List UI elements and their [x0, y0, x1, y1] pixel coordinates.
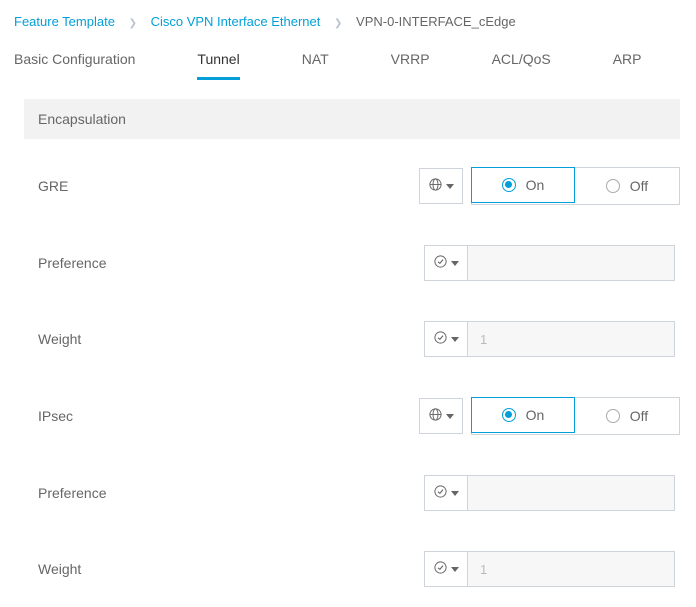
row-preference-ipsec: Preference — [24, 455, 680, 531]
tab-basic-configuration[interactable]: Basic Configuration — [14, 51, 135, 80]
scope-dropdown-pref2[interactable] — [424, 475, 468, 511]
radio-icon — [502, 178, 516, 192]
input-preference-gre[interactable] — [467, 245, 675, 281]
input-weight-gre[interactable] — [467, 321, 675, 357]
radio-group-gre: On Off — [471, 167, 680, 205]
row-weight-ipsec: Weight — [24, 531, 680, 607]
label-preference: Preference — [24, 485, 424, 501]
tab-arp[interactable]: ARP — [613, 51, 642, 80]
breadcrumb: Feature Template ❯ Cisco VPN Interface E… — [0, 0, 696, 37]
tab-acl-qos[interactable]: ACL/QoS — [492, 51, 551, 80]
radio-gre-off[interactable]: Off — [575, 168, 679, 204]
scope-dropdown-weight1[interactable] — [424, 321, 468, 357]
tab-tunnel[interactable]: Tunnel — [197, 51, 239, 80]
chevron-down-icon — [451, 337, 459, 342]
breadcrumb-link-0[interactable]: Feature Template — [14, 14, 115, 29]
section-encapsulation-header: Encapsulation — [24, 99, 680, 139]
label-gre: GRE — [24, 178, 419, 194]
chevron-down-icon — [446, 414, 454, 419]
scope-dropdown-weight2[interactable] — [424, 551, 468, 587]
chevron-down-icon — [451, 261, 459, 266]
input-weight-ipsec[interactable] — [467, 551, 675, 587]
row-weight-gre: Weight — [24, 301, 680, 377]
radio-label: Off — [630, 408, 648, 424]
chevron-right-icon: ❯ — [129, 18, 137, 29]
input-preference-ipsec[interactable] — [467, 475, 675, 511]
tabs: Basic Configuration Tunnel NAT VRRP ACL/… — [0, 37, 696, 81]
radio-icon — [502, 408, 516, 422]
globe-icon — [428, 407, 443, 425]
row-gre: GRE On Off — [24, 147, 680, 225]
tab-nat[interactable]: NAT — [302, 51, 329, 80]
chevron-right-icon: ❯ — [334, 18, 342, 29]
row-ipsec: IPsec On Off — [24, 377, 680, 455]
radio-label: Off — [630, 178, 648, 194]
radio-gre-on[interactable]: On — [471, 167, 575, 203]
label-ipsec: IPsec — [24, 408, 419, 424]
chevron-down-icon — [451, 567, 459, 572]
check-icon — [433, 330, 448, 348]
chevron-down-icon — [446, 184, 454, 189]
check-icon — [433, 484, 448, 502]
scope-dropdown-pref1[interactable] — [424, 245, 468, 281]
radio-label: On — [526, 407, 545, 423]
breadcrumb-current: VPN-0-INTERFACE_cEdge — [356, 14, 516, 29]
scope-dropdown-ipsec[interactable] — [419, 398, 463, 434]
radio-icon — [606, 179, 620, 193]
label-preference: Preference — [24, 255, 424, 271]
label-weight: Weight — [24, 331, 424, 347]
check-icon — [433, 254, 448, 272]
radio-ipsec-on[interactable]: On — [471, 397, 575, 433]
tab-vrrp[interactable]: VRRP — [391, 51, 430, 80]
breadcrumb-link-1[interactable]: Cisco VPN Interface Ethernet — [151, 14, 321, 29]
radio-ipsec-off[interactable]: Off — [575, 398, 679, 434]
radio-group-ipsec: On Off — [471, 397, 680, 435]
check-icon — [433, 560, 448, 578]
radio-icon — [606, 409, 620, 423]
chevron-down-icon — [451, 491, 459, 496]
globe-icon — [428, 177, 443, 195]
row-preference-gre: Preference — [24, 225, 680, 301]
radio-label: On — [526, 177, 545, 193]
scope-dropdown-gre[interactable] — [419, 168, 463, 204]
label-weight: Weight — [24, 561, 424, 577]
